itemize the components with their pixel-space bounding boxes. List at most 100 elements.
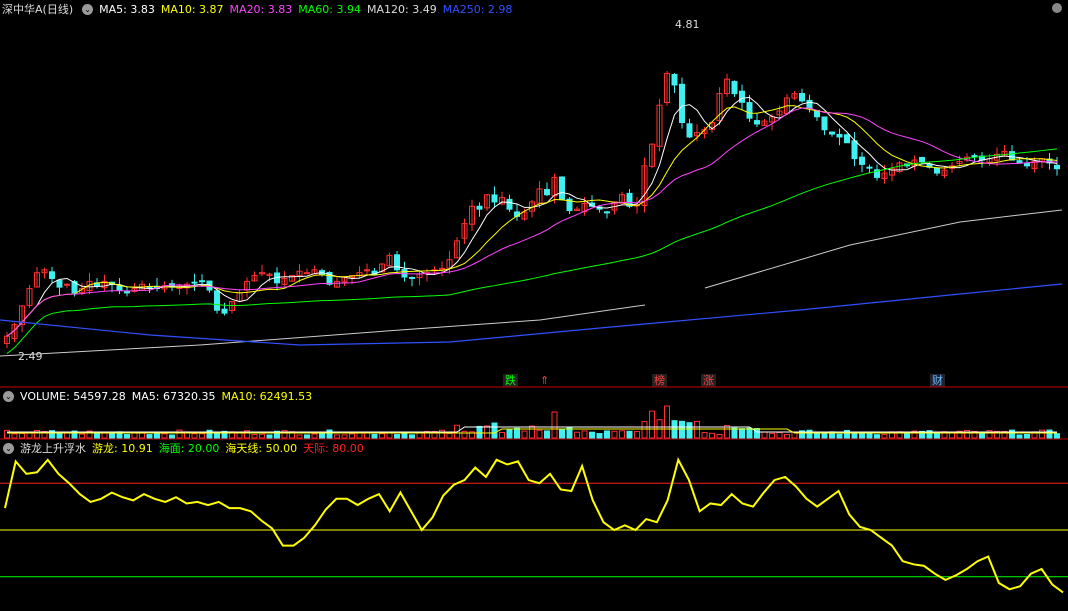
- candle-body: [191, 281, 198, 284]
- volume-bar: [769, 432, 775, 439]
- stock-chart[interactable]: [0, 0, 1068, 611]
- volume-bar: [379, 433, 385, 439]
- volume-bar: [1046, 429, 1053, 439]
- volume-bar: [311, 433, 318, 439]
- volume-bar: [754, 428, 760, 439]
- candle-body: [686, 123, 693, 138]
- volume-bar: [739, 428, 745, 439]
- volume-bar: [679, 420, 685, 439]
- candle-body: [49, 271, 55, 279]
- candle-body: [604, 211, 610, 214]
- candle-body: [844, 134, 850, 144]
- candle-body: [116, 285, 123, 291]
- volume-bar: [206, 429, 213, 439]
- candle-body: [754, 120, 760, 125]
- volume-bar: [746, 427, 753, 439]
- candle-body: [364, 269, 370, 272]
- volume-bar: [326, 429, 333, 439]
- candle-body: [799, 93, 805, 102]
- candle-body: [476, 205, 483, 210]
- volume-bar: [589, 431, 595, 439]
- volume-bar: [176, 429, 183, 439]
- candle-body: [544, 189, 550, 196]
- candle-body: [409, 276, 415, 279]
- volume-bar: [784, 434, 790, 439]
- volume-bar: [11, 433, 18, 439]
- volume-bar: [641, 421, 648, 439]
- volume-bar: [1009, 429, 1015, 439]
- candle-body: [806, 99, 813, 109]
- candle-body: [214, 290, 220, 311]
- volume-bar: [694, 420, 700, 439]
- volume-bar: [544, 430, 550, 439]
- volume-bar: [611, 430, 618, 439]
- volume-bar: [26, 432, 33, 439]
- candle-body: [829, 131, 835, 135]
- volume-bar: [251, 434, 258, 439]
- candle-body: [221, 308, 228, 314]
- youlong-line: [4, 457, 1064, 594]
- volume-bar: [506, 428, 513, 439]
- volume-bar: [296, 434, 303, 439]
- volume-bar: [394, 434, 400, 439]
- volume-bar: [64, 432, 70, 439]
- volume-bar: [484, 425, 490, 439]
- candle-body: [934, 167, 940, 174]
- volume-bar: [761, 431, 768, 439]
- candle-body: [394, 254, 400, 271]
- volume-bar: [161, 433, 168, 439]
- candle-body: [739, 90, 745, 103]
- candle-body: [1024, 162, 1030, 167]
- candle-body: [731, 81, 738, 95]
- volume-bar: [131, 432, 138, 439]
- volume-bar: [874, 434, 880, 439]
- volume-bar: [341, 434, 348, 439]
- volume-bar: [619, 430, 625, 439]
- volume-bar: [559, 429, 565, 439]
- volume-bar: [574, 431, 580, 439]
- volume-bar: [1016, 434, 1023, 439]
- candle-body: [859, 156, 865, 165]
- volume-bar: [4, 429, 10, 439]
- volume-bar: [536, 429, 543, 439]
- volume-bar: [514, 427, 520, 439]
- candle-body: [821, 116, 828, 131]
- volume-bar: [626, 430, 633, 439]
- volume-bar: [731, 427, 738, 439]
- candle-body: [971, 155, 978, 158]
- volume-bar: [259, 433, 265, 439]
- volume-bar: [934, 432, 940, 439]
- volume-bar: [776, 431, 783, 439]
- volume-bar: [439, 429, 445, 439]
- volume-bar: [169, 434, 175, 439]
- candle-body: [439, 267, 445, 270]
- candle-body: [836, 133, 843, 138]
- volume-bar: [1039, 429, 1045, 439]
- volume-bar: [461, 430, 468, 439]
- ma120-line-b: [704, 209, 1063, 289]
- candle-body: [559, 176, 565, 200]
- volume-bar: [551, 411, 558, 439]
- volume-bar: [979, 432, 985, 439]
- volume-bar: [634, 431, 640, 439]
- volume-bar: [836, 433, 843, 439]
- volume-bar: [521, 430, 528, 439]
- candle-body: [851, 140, 858, 160]
- volume-bar: [701, 432, 708, 439]
- volume-bar: [814, 432, 820, 439]
- ma250-line: [0, 283, 1063, 346]
- candle-body: [64, 283, 70, 286]
- volume-bar: [139, 432, 145, 439]
- candle-body: [491, 194, 498, 203]
- candle-body: [1054, 164, 1060, 170]
- volume-bar: [806, 429, 813, 439]
- volume-bar: [191, 433, 198, 439]
- volume-bar: [529, 425, 535, 439]
- volume-bar: [1054, 433, 1060, 439]
- volume-bar: [716, 433, 723, 439]
- volume-bar: [19, 432, 25, 439]
- volume-bar: [146, 434, 153, 439]
- volume-bar: [596, 433, 603, 439]
- ma10-line: [6, 105, 1058, 337]
- volume-bar: [881, 433, 888, 439]
